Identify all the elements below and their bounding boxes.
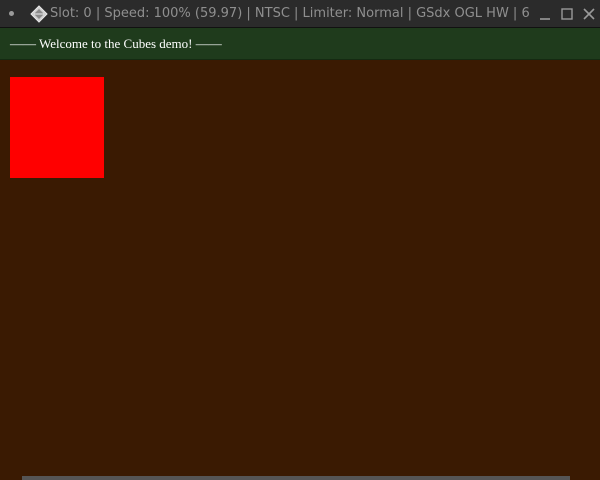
window-menu-icon[interactable] [9,11,14,16]
minimize-icon[interactable] [536,5,554,23]
window-title: Slot: 0 | Speed: 100% (59.97) | NTSC | L… [50,6,530,21]
red-cube [10,77,104,178]
welcome-text: —— Welcome to the Cubes demo! —— [10,36,222,51]
maximize-icon[interactable] [558,5,576,23]
emulator-window: Slot: 0 | Speed: 100% (59.97) | NTSC | L… [0,0,600,480]
app-diamond-icon [30,5,48,23]
title-bar[interactable]: Slot: 0 | Speed: 100% (59.97) | NTSC | L… [0,0,600,28]
game-viewport[interactable] [0,60,600,480]
welcome-banner: —— Welcome to the Cubes demo! —— [0,28,600,60]
window-bottom-edge [22,476,570,480]
close-icon[interactable] [580,5,598,23]
